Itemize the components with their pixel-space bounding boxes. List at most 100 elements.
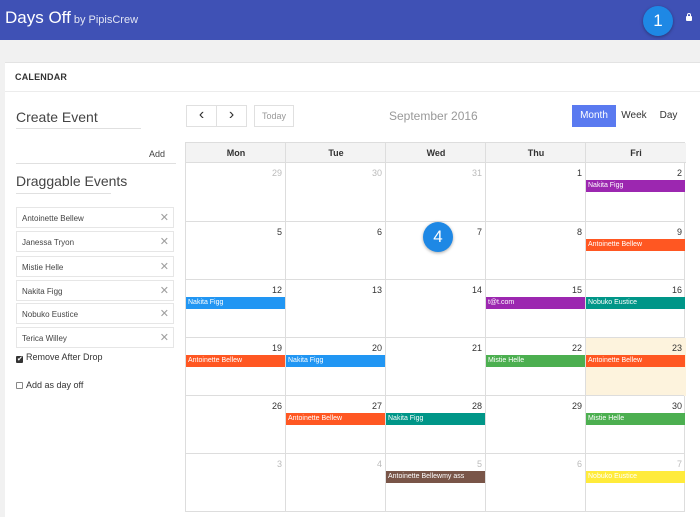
grid-row-line xyxy=(186,453,684,454)
add-as-day-off-label: Add as day off xyxy=(26,380,84,390)
day-number[interactable]: 13 xyxy=(336,285,382,295)
day-number[interactable]: 20 xyxy=(336,343,382,353)
draggable-event-3[interactable]: Mistie Helle ✕ xyxy=(16,256,174,277)
day-number[interactable]: 6 xyxy=(336,227,382,237)
calendar-event[interactable]: t@t.com xyxy=(486,297,585,309)
day-number[interactable]: 22 xyxy=(536,343,582,353)
remove-after-drop-label: Remove After Drop xyxy=(26,352,103,362)
day-number[interactable]: 6 xyxy=(536,459,582,469)
day-number[interactable]: 30 xyxy=(636,401,682,411)
checkbox-box[interactable] xyxy=(16,382,23,389)
day-number[interactable]: 26 xyxy=(236,401,282,411)
draggable-event-label: Terica Willey xyxy=(22,334,67,343)
remove-after-drop-checkbox[interactable]: ✔ Remove After Drop xyxy=(16,352,103,363)
draggable-event-2[interactable]: Janessa Tryon ✕ xyxy=(16,231,174,252)
app-brand[interactable]: Days Off by PipisCrew xyxy=(5,8,138,28)
draggable-event-label: Nakita Figg xyxy=(22,287,63,296)
day-number[interactable]: 28 xyxy=(436,401,482,411)
remove-icon[interactable]: ✕ xyxy=(160,307,169,320)
today-button[interactable]: Today xyxy=(254,105,294,127)
calendar-event[interactable]: Antoinette Bellew xyxy=(586,355,685,367)
calendar-event[interactable]: Antoinette Bellew xyxy=(186,355,285,367)
grid-column-line xyxy=(485,143,486,511)
add-event-button[interactable]: Add xyxy=(149,149,165,159)
draggable-event-6[interactable]: Terica Willey ✕ xyxy=(16,327,174,348)
prev-month-button[interactable]: ‹ xyxy=(186,105,217,127)
draggable-events-heading: Draggable Events xyxy=(16,173,128,189)
day-number[interactable]: 21 xyxy=(436,343,482,353)
view-week-button[interactable]: Week xyxy=(616,105,652,127)
weekday-header: Mon xyxy=(186,143,286,163)
callout-badge-1: 1 xyxy=(643,6,673,36)
calendar-event[interactable]: Nobuko Eustice xyxy=(586,297,685,309)
checkbox-box[interactable]: ✔ xyxy=(16,356,23,363)
next-month-button[interactable]: › xyxy=(216,105,247,127)
day-number[interactable]: 19 xyxy=(236,343,282,353)
create-event-underline xyxy=(16,128,141,129)
card-title: CALENDAR xyxy=(15,72,68,82)
weekday-header: Thu xyxy=(486,143,586,163)
remove-icon[interactable]: ✕ xyxy=(160,235,169,248)
day-number[interactable]: 29 xyxy=(236,168,282,178)
calendar-event[interactable]: Mistie Helle xyxy=(586,413,685,425)
day-number[interactable]: 8 xyxy=(536,227,582,237)
weekday-header: Tue xyxy=(286,143,386,163)
remove-icon[interactable]: ✕ xyxy=(160,211,169,224)
day-number[interactable]: 5 xyxy=(236,227,282,237)
month-grid: Mon Tue Wed Thu Fri 29 30 31 1 2 5 6 7 8 9 12 13 14 15 16 19… xyxy=(185,142,686,512)
view-day-button[interactable]: Day xyxy=(652,105,685,127)
top-bar: Days Off by PipisCrew xyxy=(0,0,700,40)
weekday-header: Wed xyxy=(386,143,486,163)
grid-column-line xyxy=(285,143,286,511)
grid-row-line xyxy=(186,279,684,280)
day-number[interactable]: 14 xyxy=(436,285,482,295)
day-number[interactable]: 16 xyxy=(636,285,682,295)
day-number[interactable]: 12 xyxy=(236,285,282,295)
month-title: September 2016 xyxy=(389,109,478,123)
day-number[interactable]: 27 xyxy=(336,401,382,411)
calendar-event[interactable]: Nakita Figg xyxy=(386,413,485,425)
day-number[interactable]: 4 xyxy=(336,459,382,469)
draggable-event-label: Antoinette Bellew xyxy=(22,214,84,223)
day-number[interactable]: 1 xyxy=(536,168,582,178)
calendar-event[interactable]: Nakita Figg xyxy=(286,355,385,367)
draggable-underline xyxy=(16,193,111,194)
calendar-event[interactable]: Antoinette Bellew xyxy=(586,239,685,251)
remove-icon[interactable]: ✕ xyxy=(160,284,169,297)
app-title: Days Off xyxy=(5,8,71,27)
callout-badge-4: 4 xyxy=(423,222,453,252)
day-number[interactable]: 2 xyxy=(636,168,682,178)
draggable-event-label: Mistie Helle xyxy=(22,263,64,272)
draggable-event-5[interactable]: Nobuko Eustice ✕ xyxy=(16,303,174,324)
remove-icon[interactable]: ✕ xyxy=(160,331,169,344)
day-number[interactable]: 23 xyxy=(636,343,682,353)
grid-row-line xyxy=(186,337,684,338)
calendar-event[interactable]: Nobuko Eustice xyxy=(586,471,685,483)
draggable-event-label: Janessa Tryon xyxy=(22,238,75,247)
view-month-button[interactable]: Month xyxy=(572,105,616,127)
event-input-line[interactable] xyxy=(16,163,176,164)
calendar-event[interactable]: Mistie Helle xyxy=(486,355,585,367)
day-number[interactable]: 7 xyxy=(636,459,682,469)
weekday-header: Fri xyxy=(586,143,686,163)
calendar-event[interactable]: Nakita Figg xyxy=(186,297,285,309)
day-number[interactable]: 9 xyxy=(636,227,682,237)
day-number[interactable]: 30 xyxy=(336,168,382,178)
draggable-event-1[interactable]: Antoinette Bellew ✕ xyxy=(16,207,174,228)
day-number[interactable]: 31 xyxy=(436,168,482,178)
calendar-event[interactable]: Antoinette Bellew xyxy=(286,413,385,425)
day-number[interactable]: 5 xyxy=(436,459,482,469)
day-number[interactable]: 15 xyxy=(536,285,582,295)
draggable-event-4[interactable]: Nakita Figg ✕ xyxy=(16,280,174,301)
calendar-event[interactable]: Antoinette Bellewmy ass xyxy=(386,471,485,483)
remove-icon[interactable]: ✕ xyxy=(160,260,169,273)
calendar-event[interactable]: Nakita Figg xyxy=(586,180,685,192)
grid-row-line xyxy=(186,395,684,396)
draggable-event-label: Nobuko Eustice xyxy=(22,310,79,319)
add-as-day-off-checkbox[interactable]: Add as day off xyxy=(16,380,83,390)
day-number[interactable]: 29 xyxy=(536,401,582,411)
day-number[interactable]: 3 xyxy=(236,459,282,469)
card-divider xyxy=(5,91,700,92)
lock-icon[interactable] xyxy=(686,13,692,22)
create-event-heading: Create Event xyxy=(16,109,98,125)
